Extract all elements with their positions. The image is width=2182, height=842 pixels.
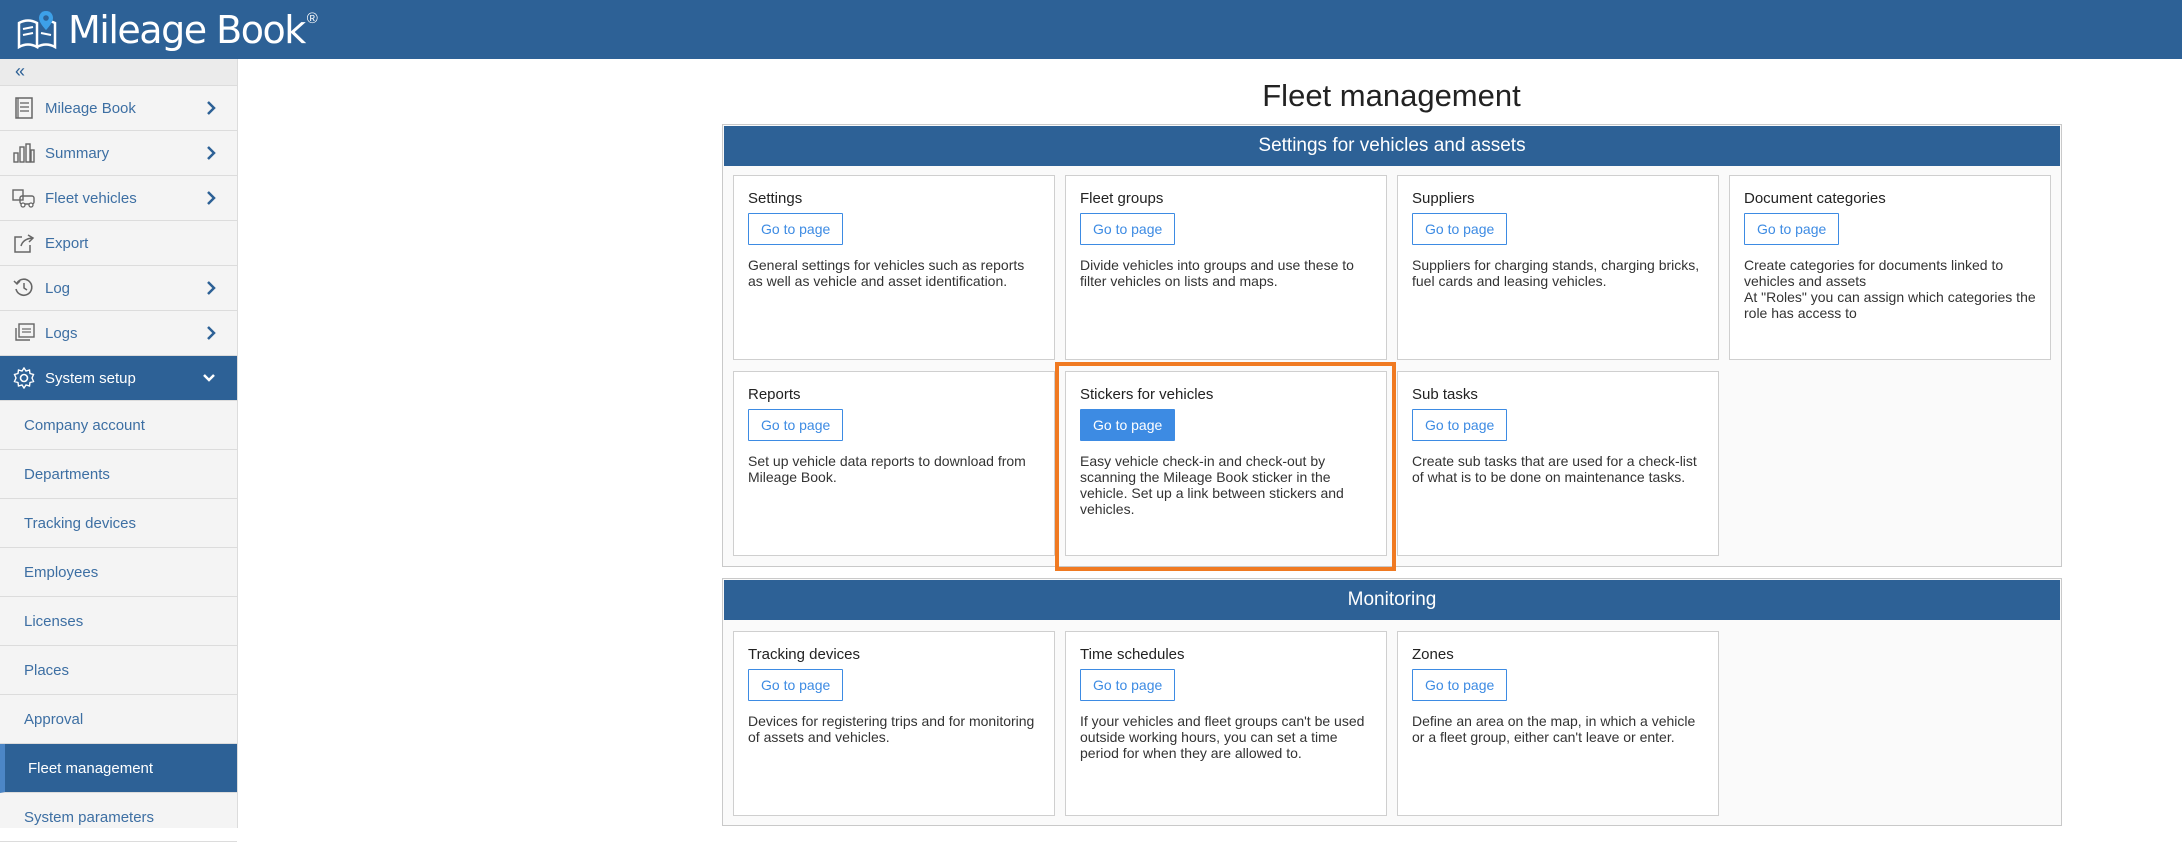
top-bar: Mileage Book ®	[0, 0, 2182, 59]
chevron-down-icon	[203, 374, 215, 382]
go-to-page-button[interactable]: Go to page	[1744, 213, 1840, 245]
book-pin-logo-icon	[17, 11, 57, 50]
sidebar-subitem-licenses[interactable]: Licenses	[0, 597, 237, 646]
card-description: Define an area on the map, in which a ve…	[1412, 713, 1696, 745]
card-title: Tracking devices	[748, 646, 860, 663]
gear-icon	[11, 366, 37, 390]
bar-chart-icon	[11, 141, 37, 165]
sidebar-subitem-departments[interactable]: Departments	[0, 450, 237, 499]
sidebar-item-mileage-book[interactable]: Mileage Book	[0, 86, 237, 131]
sidebar-item-export[interactable]: Export	[0, 221, 237, 266]
go-to-page-button[interactable]: Go to page	[748, 409, 844, 441]
sidebar-subitem-label: Places	[24, 661, 70, 679]
highlight-box	[1055, 362, 1396, 571]
card-description: Create sub tasks that are used for a che…	[1412, 453, 1697, 485]
sidebar-item-summary[interactable]: Summary	[0, 131, 237, 176]
sidebar-subitem-system-parameters[interactable]: System parameters	[0, 793, 237, 842]
monitoring-section: Monitoring Tracking devices Go to page D…	[722, 578, 2062, 826]
sidebar-subitem-fleet-management[interactable]: Fleet management	[0, 744, 237, 793]
sidebar-subitem-label: Fleet management	[28, 759, 154, 777]
card-description: Set up vehicle data reports to download …	[748, 453, 1026, 485]
card-description: General settings for vehicles such as re…	[748, 257, 1025, 289]
sidebar-item-label: Fleet vehicles	[45, 189, 137, 207]
sidebar-subitem-employees[interactable]: Employees	[0, 548, 237, 597]
go-to-page-button[interactable]: Go to page	[1080, 669, 1176, 701]
sidebar-item-label: Logs	[45, 324, 78, 342]
go-to-page-button[interactable]: Go to page	[1412, 213, 1508, 245]
card-time-schedules: Time schedules Go to page If your vehicl…	[1065, 631, 1387, 816]
go-to-page-button[interactable]: Go to page	[748, 669, 844, 701]
book-icon	[11, 96, 37, 120]
section-heading: Monitoring	[724, 580, 2060, 620]
sidebar-subitem-label: Departments	[24, 465, 110, 483]
card-description: Devices for registering trips and for mo…	[748, 713, 1035, 745]
sidebar-item-label: Summary	[45, 144, 110, 162]
sidebar-item-log[interactable]: Log	[0, 266, 237, 311]
sidebar-subitem-approval[interactable]: Approval	[0, 695, 237, 744]
app-name: Mileage Book	[68, 8, 306, 52]
card-tracking-devices: Tracking devices Go to page Devices for …	[733, 631, 1055, 816]
double-chevron-left-icon: «	[15, 61, 26, 81]
card-title: Sub tasks	[1412, 386, 1478, 403]
sidebar-item-system-setup[interactable]: System setup	[0, 356, 237, 401]
sidebar-collapse-button[interactable]: «	[0, 59, 237, 86]
card-title: Fleet groups	[1080, 190, 1164, 207]
card-description: Suppliers for charging stands, charging …	[1412, 257, 1700, 289]
sidebar-item-label: System setup	[45, 369, 136, 387]
card-fleet-groups: Fleet groups Go to page Divide vehicles …	[1065, 175, 1387, 360]
card-suppliers: Suppliers Go to page Suppliers for charg…	[1397, 175, 1719, 360]
logs-icon	[11, 321, 37, 345]
history-icon	[11, 276, 37, 300]
card-description: If your vehicles and fleet groups can't …	[1080, 713, 1365, 761]
card-description: Create categories for documents linked t…	[1744, 257, 2036, 321]
card-settings: Settings Go to page General settings for…	[733, 175, 1055, 360]
chevron-right-icon	[207, 101, 216, 115]
go-to-page-button[interactable]: Go to page	[1080, 213, 1176, 245]
card-title: Settings	[748, 190, 803, 207]
go-to-page-button[interactable]: Go to page	[1412, 669, 1508, 701]
sidebar-item-fleet-vehicles[interactable]: Fleet vehicles	[0, 176, 237, 221]
card-zones: Zones Go to page Define an area on the m…	[1397, 631, 1719, 816]
sidebar-item-label: Log	[45, 279, 71, 297]
section-heading: Settings for vehicles and assets	[724, 126, 2060, 166]
card-title: Zones	[1412, 646, 1454, 663]
card-document-categories: Document categories Go to page Create ca…	[1729, 175, 2051, 360]
card-title: Suppliers	[1412, 190, 1475, 207]
go-to-page-button[interactable]: Go to page	[748, 213, 844, 245]
sidebar-subitem-label: Company account	[24, 416, 145, 434]
sidebar-subitem-label: Licenses	[24, 612, 84, 630]
fleet-icon	[11, 186, 37, 210]
card-title: Reports	[748, 386, 801, 403]
registered-mark: ®	[306, 10, 318, 27]
chevron-right-icon	[207, 191, 216, 205]
sidebar-subitem-label: System parameters	[24, 808, 155, 826]
sidebar-subitem-company-account[interactable]: Company account	[0, 401, 237, 450]
chevron-right-icon	[207, 326, 216, 340]
export-icon	[11, 231, 37, 255]
card-title: Time schedules	[1080, 646, 1185, 663]
chevron-right-icon	[207, 281, 216, 295]
sidebar-item-logs[interactable]: Logs	[0, 311, 237, 356]
chevron-right-icon	[207, 146, 216, 160]
go-to-page-button[interactable]: Go to page	[1412, 409, 1508, 441]
card-sub-tasks: Sub tasks Go to page Create sub tasks th…	[1397, 371, 1719, 556]
sidebar-subitem-tracking-devices[interactable]: Tracking devices	[0, 499, 237, 548]
sidebar-subitem-label: Approval	[24, 710, 84, 728]
sidebar-item-label: Export	[45, 234, 89, 252]
sidebar-subitem-label: Tracking devices	[24, 514, 136, 532]
sidebar-subitem-places[interactable]: Places	[0, 646, 237, 695]
sidebar-subitem-label: Employees	[24, 563, 99, 581]
card-title: Document categories	[1744, 190, 1886, 207]
page-title: Fleet management	[1262, 78, 1521, 113]
sidebar-item-label: Mileage Book	[45, 99, 136, 117]
card-description: Divide vehicles into groups and use thes…	[1080, 257, 1354, 289]
card-reports: Reports Go to page Set up vehicle data r…	[733, 371, 1055, 556]
app-logo[interactable]: Mileage Book ®	[16, 6, 318, 54]
sidebar: « Mileage Book Summary Fleet vehicles Ex…	[0, 59, 238, 842]
